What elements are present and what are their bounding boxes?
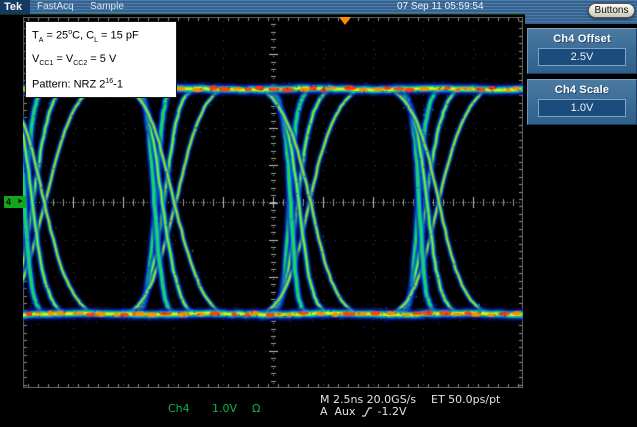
- vertical-scale-readout: 1.0V: [212, 402, 238, 415]
- annotation-line-supply: VCC1 = VCC2 = 5 V: [32, 52, 117, 68]
- timebase-readout: M 2.5ns 20.0GS/s: [320, 393, 417, 406]
- annotation-line-conditions: TA = 25oC, CL = 15 pF: [32, 29, 139, 44]
- menu-sample[interactable]: Sample: [90, 0, 124, 14]
- trigger-source-label: A Aux: [320, 405, 356, 418]
- oscilloscope-screen: Tek FastAcq Sample 07 Sep 11 05:59:54 Bu…: [0, 0, 637, 427]
- annotation-line-pattern: Pattern: NRZ 216-1: [32, 78, 123, 91]
- ch4-scale-panel: Ch4 Scale 1.0V: [527, 79, 637, 125]
- ch4-offset-value[interactable]: 2.5V: [538, 48, 626, 66]
- buttons-button[interactable]: Buttons: [588, 3, 635, 18]
- ch4-scale-value[interactable]: 1.0V: [538, 99, 626, 117]
- coupling-readout: Ω: [252, 402, 261, 415]
- trigger-level-label: -1.2V: [377, 405, 407, 418]
- annotation-box: TA = 25oC, CL = 15 pF VCC1 = VCC2 = 5 V …: [25, 21, 177, 98]
- tek-logo: Tek: [0, 0, 30, 14]
- rising-edge-icon: [361, 406, 372, 417]
- channel4-badge-label: 4: [6, 197, 12, 207]
- channel4-arrow-icon: ►: [17, 198, 24, 205]
- trigger-readout: A Aux -1.2V: [320, 406, 407, 417]
- ch4-offset-title: Ch4 Offset: [553, 33, 611, 45]
- channel4-reference-marker[interactable]: 4 ►: [4, 196, 26, 208]
- datetime-readout: 07 Sep 11 05:59:54: [397, 1, 484, 12]
- trigger-position-marker-icon[interactable]: [339, 17, 351, 25]
- ch4-offset-panel: Ch4 Offset 2.5V: [527, 28, 637, 74]
- channel-readout: Ch4: [168, 402, 190, 415]
- acquisition-readout: ET 50.0ps/pt: [431, 393, 501, 406]
- ch4-scale-title: Ch4 Scale: [554, 84, 610, 96]
- menu-fastacq[interactable]: FastAcq: [37, 0, 74, 14]
